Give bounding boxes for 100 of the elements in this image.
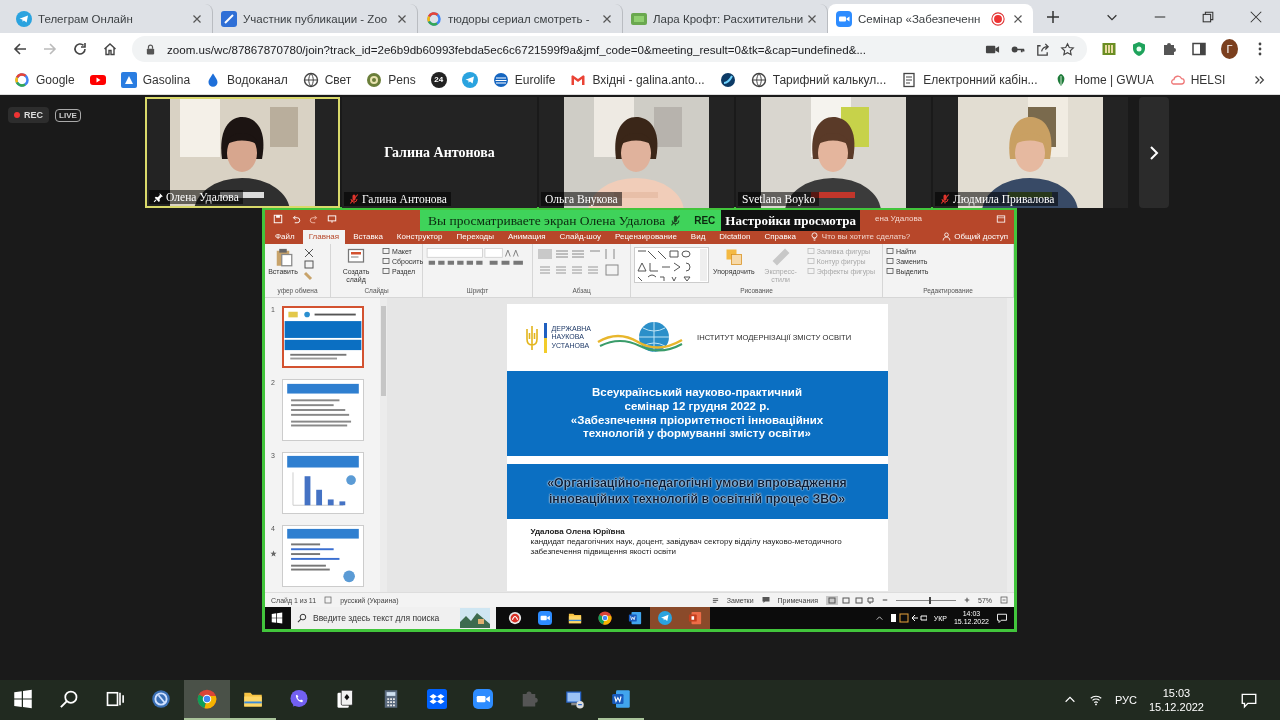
- spelling-icon: [324, 596, 333, 604]
- notebook-icon[interactable]: [1101, 41, 1117, 57]
- star-icon[interactable]: [1060, 41, 1075, 57]
- bookmark-link[interactable]: Водоканал: [205, 71, 288, 88]
- ribbon-tab[interactable]: Файл: [269, 230, 301, 244]
- ribbon-tab[interactable]: Переходы: [450, 230, 500, 244]
- participant-name: Ольга Внукова: [545, 193, 618, 205]
- square-logo-icon: [221, 10, 237, 27]
- bookmark-link[interactable]: Вхідні - galina.anto...: [570, 71, 705, 88]
- browser-tab[interactable]: Лара Крофт: Расхитительни: [623, 4, 828, 33]
- notification-icon[interactable]: [996, 612, 1008, 624]
- participant-tile[interactable]: Ольга Внукова: [539, 97, 734, 208]
- document-logo-icon: [611, 689, 631, 709]
- browser-tab[interactable]: Семінар «Забезпеченн: [828, 4, 1033, 33]
- browser-tab[interactable]: Участник публикации - Zoo: [213, 4, 418, 33]
- monitor-icon: [565, 689, 585, 709]
- bookmark-link[interactable]: Тарифний калькул...: [750, 71, 887, 88]
- participant-name: Галина Антонова: [384, 144, 495, 161]
- circle-logo-icon: [151, 689, 171, 709]
- browser-tab[interactable]: тюдоры сериал смотреть -: [418, 4, 623, 33]
- view-buttons-drawing: [826, 595, 874, 605]
- ribbon-tab[interactable]: Конструктор: [390, 230, 449, 244]
- participant-tile[interactable]: Галина Антонова Галина Антонова: [342, 97, 537, 208]
- sidebar-icon[interactable]: [1191, 41, 1207, 57]
- scrollbar[interactable]: [1007, 298, 1014, 592]
- slide-thumbnail[interactable]: [282, 452, 364, 514]
- view-options-button[interactable]: Настройки просмотра: [721, 210, 860, 231]
- scrollbar[interactable]: [380, 298, 387, 592]
- live-badge[interactable]: LIVE: [55, 109, 81, 122]
- globe-icon: [302, 71, 319, 88]
- ribbon-tab[interactable]: Рецензирование: [609, 230, 683, 244]
- camera-logo-icon: [538, 611, 552, 625]
- back-icon[interactable]: [12, 41, 28, 57]
- document-icon: [901, 71, 918, 88]
- folder-icon: [568, 611, 582, 625]
- bookmark-link[interactable]: Google: [14, 71, 75, 88]
- notes-icon: [711, 596, 719, 604]
- ribbon-tab[interactable]: Анимация: [502, 230, 552, 244]
- ribbon-tab[interactable]: Dictation: [713, 230, 757, 244]
- clock-time: 15:03: [1162, 685, 1191, 700]
- share-icon[interactable]: [1035, 41, 1050, 57]
- ring-logo-icon: [426, 10, 442, 27]
- zoom-in-icon: [964, 597, 970, 603]
- restore-icon[interactable]: [1201, 9, 1215, 24]
- new-tab-icon[interactable]: [1045, 8, 1061, 25]
- participant-tile[interactable]: Svetlana Boyko: [736, 97, 931, 208]
- ribbon-tab[interactable]: Справка: [758, 230, 802, 244]
- search-icon: [297, 613, 307, 623]
- slides-logo-icon: [688, 611, 702, 625]
- paper-plane-icon: [658, 611, 672, 625]
- slide-thumbnail[interactable]: [282, 525, 364, 587]
- browser-tab[interactable]: Телеграм Онлайн: [8, 4, 213, 33]
- bookmark-link[interactable]: HELSI: [1168, 71, 1226, 88]
- box-logo-icon: [427, 689, 447, 709]
- bookmark-link[interactable]: Eurolife: [492, 71, 556, 88]
- address-bar[interactable]: zoom.us/wc/87867870780/join?track_id=2e6b9db60993febda5ec6c6721599f9a&jmf_code=0&meeting_result=0&tk=&cap=undefined&...: [132, 36, 1087, 62]
- slide-thumbnail[interactable]: [282, 379, 364, 441]
- sphere-logo-icon[interactable]: [719, 71, 736, 88]
- puzzle-icon[interactable]: [1161, 41, 1177, 57]
- participant-tile[interactable]: Людмила Привалова: [933, 97, 1128, 208]
- undo-icon[interactable]: [291, 213, 301, 224]
- shield-icon[interactable]: [1131, 41, 1147, 57]
- search-box[interactable]: Введите здесь текст для поиска: [291, 607, 496, 629]
- start-icon[interactable]: [271, 612, 283, 624]
- slide-title-line: технологій у формуванні змісту освіти»: [582, 427, 812, 442]
- bookmark-link[interactable]: Свет: [302, 71, 352, 88]
- ribbon-tab[interactable]: Вид: [684, 230, 712, 244]
- ribbon-options-icon[interactable]: [996, 213, 1006, 224]
- ribbon-tab[interactable]: Вставка: [347, 230, 389, 244]
- save-icon[interactable]: [273, 213, 283, 224]
- bookmark-link[interactable]: Home | GWUA: [1052, 71, 1154, 88]
- reload-icon[interactable]: [72, 41, 88, 57]
- tell-me-field[interactable]: Что вы хотите сделать?: [803, 232, 917, 244]
- notification-icon[interactable]: [1240, 691, 1258, 709]
- bookmark-link[interactable]: Електронний кабін...: [901, 71, 1038, 88]
- ribbon-tab[interactable]: Слайд-шоу: [553, 230, 608, 244]
- wifi-icon[interactable]: [1088, 693, 1103, 707]
- present-icon[interactable]: [327, 213, 337, 224]
- language-indicator[interactable]: РУС: [1114, 694, 1137, 706]
- share-button[interactable]: Общий доступ: [936, 232, 1014, 244]
- start-icon: [13, 689, 33, 709]
- chevron-up-icon: [874, 613, 884, 623]
- bookmark-link[interactable]: 24: [430, 71, 447, 88]
- clock-date: 15.12.2022: [1148, 700, 1204, 715]
- close-icon[interactable]: [1249, 9, 1263, 24]
- task-view-icon: [105, 689, 125, 709]
- slide-title-line: «Забезпечення пріоритетності інноваційних: [569, 413, 825, 428]
- bookmark-link[interactable]: Gasolina: [120, 71, 191, 88]
- lightbulb-icon: [809, 232, 819, 241]
- paper-plane-icon[interactable]: [461, 71, 478, 88]
- trident-icon: [524, 324, 539, 351]
- profile-button[interactable]: Г: [1221, 39, 1238, 59]
- ribbon-tab[interactable]: Главная: [302, 230, 346, 244]
- slide-thumbnail[interactable]: [282, 306, 364, 368]
- square-logo-icon: [120, 71, 137, 88]
- search-field[interactable]: Введите здесь текст для поиска: [313, 613, 454, 623]
- bookmark-link[interactable]: Pens: [366, 71, 416, 88]
- home-icon[interactable]: [102, 41, 118, 57]
- browser-logo-icon: [197, 689, 217, 709]
- participant-tile[interactable]: Олена Удалова: [145, 97, 340, 208]
